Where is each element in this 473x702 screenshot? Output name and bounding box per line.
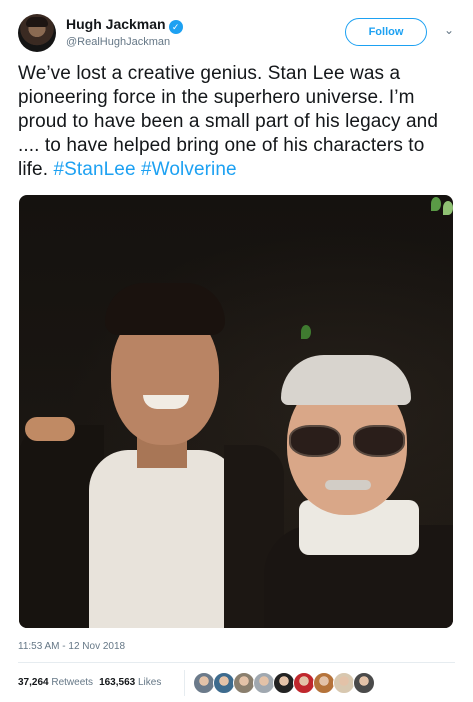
divider [18, 662, 455, 663]
likes-label: Likes [138, 677, 162, 688]
tweet-timestamp[interactable]: 11:53 AM - 12 Nov 2018 [18, 641, 125, 652]
verified-icon: ✓ [168, 20, 183, 34]
author-name[interactable]: Hugh Jackman ✓ [66, 16, 183, 34]
tweet-header: Hugh Jackman ✓ @RealHughJackman Follow ⌄ [18, 14, 458, 54]
tweet-stats: 37,264 Retweets 163,563 Likes [18, 677, 161, 688]
chevron-down-icon[interactable]: ⌄ [441, 22, 457, 38]
follow-button[interactable]: Follow [345, 18, 427, 46]
author-avatar[interactable] [18, 14, 56, 52]
liker-avatar[interactable] [273, 672, 295, 694]
tweet-photo[interactable] [19, 195, 453, 628]
author-name-text[interactable]: Hugh Jackman [66, 16, 166, 32]
liker-avatar[interactable] [253, 672, 275, 694]
liker-avatar[interactable] [313, 672, 335, 694]
retweets-stat[interactable]: 37,264 Retweets [18, 677, 93, 688]
liker-avatar[interactable] [353, 672, 375, 694]
liker-avatar[interactable] [233, 672, 255, 694]
stats-divider [184, 670, 185, 696]
author-handle[interactable]: @RealHughJackman [66, 36, 170, 48]
retweets-count: 37,264 [18, 677, 49, 688]
liker-avatar[interactable] [193, 672, 215, 694]
liker-avatar[interactable] [333, 672, 355, 694]
tweet-text: We’ve lost a creative genius. Stan Lee w… [18, 62, 458, 182]
likes-stat[interactable]: 163,563 Likes [99, 677, 161, 688]
hashtag-stanlee[interactable]: #StanLee [53, 159, 135, 180]
liker-avatar[interactable] [213, 672, 235, 694]
retweets-label: Retweets [51, 677, 94, 688]
likes-count: 163,563 [99, 677, 136, 688]
hashtag-wolverine[interactable]: #Wolverine [141, 159, 237, 180]
liker-avatar[interactable] [293, 672, 315, 694]
